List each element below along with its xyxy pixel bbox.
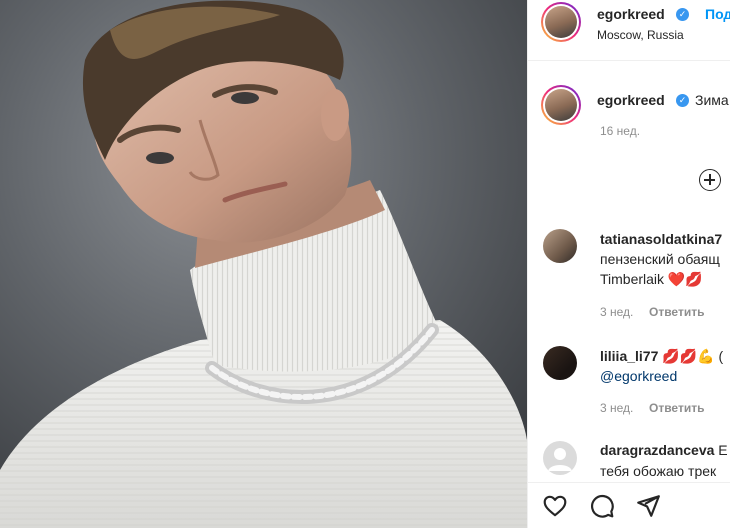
comment-username[interactable]: liliia_li77 xyxy=(600,348,658,364)
post-sidebar: egorkreed ✓ Под Moscow, Russia egorkreed… xyxy=(527,0,730,528)
comment-username[interactable]: tatianasoldatkina7 xyxy=(600,231,722,247)
caption-age[interactable]: 16 нед. xyxy=(600,124,640,138)
reply-button[interactable]: Ответить xyxy=(649,305,704,319)
comment-1-text: пензенский обаящ xyxy=(600,251,720,267)
comment-3-text: тебя обожаю трек xyxy=(600,463,717,479)
author-username[interactable]: egorkreed xyxy=(597,6,665,22)
caption-avatar[interactable] xyxy=(541,85,581,125)
comment-username[interactable]: daragrazdanceva xyxy=(600,442,714,458)
comment-2-line1: liliia_li77 💋💋💪 ( xyxy=(600,348,723,365)
portrait-image xyxy=(0,0,527,528)
plus-circle-icon[interactable] xyxy=(699,169,721,191)
verified-badge-icon: ✓ xyxy=(676,8,689,21)
comment-age[interactable]: 3 нед. xyxy=(600,305,633,319)
commenter-avatar[interactable] xyxy=(543,229,577,263)
post-header: egorkreed ✓ Под Moscow, Russia xyxy=(528,0,730,61)
caption-text: Зима xyxy=(695,92,729,108)
comment-mention-link[interactable]: @egorkreed xyxy=(600,368,677,384)
reply-button[interactable]: Ответить xyxy=(649,401,704,415)
post-location[interactable]: Moscow, Russia xyxy=(597,28,684,42)
comment-3-line1: daragrazdanceva Е xyxy=(600,442,728,458)
comment-2-emoji: 💋💋💪 ( xyxy=(662,348,724,364)
follow-button[interactable]: Под xyxy=(705,6,730,22)
commenter-avatar[interactable] xyxy=(543,441,577,475)
heart-icon[interactable] xyxy=(542,493,568,519)
comment-icon[interactable] xyxy=(589,493,615,519)
comment-1-line1: tatianasoldatkina7 xyxy=(600,231,722,247)
author-avatar[interactable] xyxy=(541,2,581,42)
default-avatar-icon xyxy=(548,448,572,471)
commenter-avatar[interactable] xyxy=(543,346,577,380)
paper-plane-icon[interactable] xyxy=(635,493,661,519)
verified-badge-icon: ✓ xyxy=(676,94,689,107)
comment-1-text-line2: Timberlaik ❤️💋 xyxy=(600,271,703,287)
post-photo[interactable] xyxy=(0,0,527,528)
post-action-bar xyxy=(528,482,730,528)
comment-age[interactable]: 3 нед. xyxy=(600,401,633,415)
comment-3-text-start: Е xyxy=(718,442,728,458)
caption-username[interactable]: egorkreed xyxy=(597,92,665,108)
